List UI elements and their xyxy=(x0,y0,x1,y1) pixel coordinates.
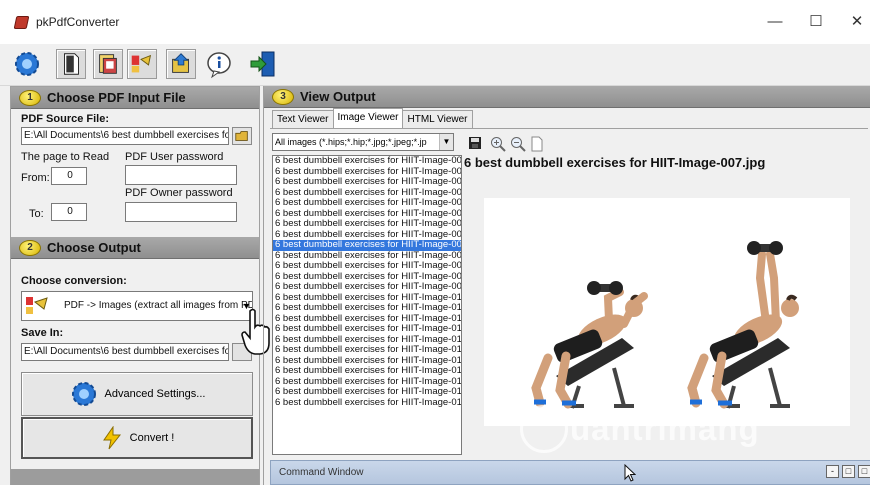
list-item[interactable]: 6 best dumbbell exercises for HIIT-Image… xyxy=(273,198,461,209)
image-filter-value: All images (*.hips;*.hip;*.jpg;*.jpeg;*.… xyxy=(275,137,427,147)
input-section-header: 1 Choose PDF Input File xyxy=(11,87,259,109)
document-icon[interactable] xyxy=(56,49,86,79)
page-to-read-label: The page to Read xyxy=(21,151,110,163)
to-label: To: xyxy=(29,208,44,220)
watermark-text: uantrimang xyxy=(570,410,760,447)
convert-label: Convert ! xyxy=(129,432,175,444)
minimize-button[interactable]: — xyxy=(760,10,790,34)
command-window-title: Command Window xyxy=(279,467,364,478)
zoom-in-icon[interactable] xyxy=(490,136,506,152)
step-badge: 3 xyxy=(272,89,294,105)
settings-gear-icon[interactable] xyxy=(12,49,42,79)
command-maximize-button[interactable]: □ xyxy=(858,465,870,478)
page-icon[interactable] xyxy=(530,136,544,152)
list-item[interactable]: 6 best dumbbell exercises for HIIT-Image… xyxy=(273,261,461,272)
user-password-input[interactable] xyxy=(125,165,237,185)
view-section-header: 3 View Output xyxy=(264,86,870,108)
tab-text-viewer[interactable]: Text Viewer xyxy=(272,110,334,128)
save-icon[interactable] xyxy=(468,136,482,150)
browse-folder-button[interactable] xyxy=(232,127,252,145)
list-item[interactable]: 6 best dumbbell exercises for HIIT-Image… xyxy=(273,366,461,377)
list-item[interactable]: 6 best dumbbell exercises for HIIT-Image… xyxy=(273,398,461,409)
advanced-settings-label: Advanced Settings... xyxy=(104,388,206,400)
list-item[interactable]: 6 best dumbbell exercises for HIIT-Image… xyxy=(273,303,461,314)
images-icon[interactable] xyxy=(93,49,123,79)
owner-password-input[interactable] xyxy=(125,202,237,222)
command-restore-button[interactable]: □ xyxy=(842,465,855,478)
app-icon xyxy=(13,16,30,29)
list-item[interactable]: 6 best dumbbell exercises for HIIT-Image… xyxy=(273,272,461,283)
exercise-preview-image xyxy=(484,198,850,426)
left-panel: 1 Choose PDF Input File PDF Source File:… xyxy=(10,86,260,485)
view-section-title: View Output xyxy=(300,89,376,104)
advanced-settings-button[interactable]: Advanced Settings... xyxy=(21,372,253,416)
list-item[interactable]: 6 best dumbbell exercises for HIIT-Image… xyxy=(273,324,461,335)
list-item[interactable]: 6 best dumbbell exercises for HIIT-Image… xyxy=(273,293,461,304)
list-item[interactable]: 6 best dumbbell exercises for HIIT-Image… xyxy=(273,177,461,188)
maximize-button[interactable]: ☐ xyxy=(801,10,831,34)
list-item[interactable]: 6 best dumbbell exercises for HIIT-Image… xyxy=(273,345,461,356)
list-item[interactable]: 6 best dumbbell exercises for HIIT-Image… xyxy=(273,240,461,251)
command-minimize-button[interactable]: - xyxy=(826,465,839,478)
from-page-input[interactable]: 0 xyxy=(51,167,87,185)
output-section-title: Choose Output xyxy=(47,240,141,255)
from-label: From: xyxy=(21,172,50,184)
owner-password-label: PDF Owner password xyxy=(125,187,233,199)
step-badge: 2 xyxy=(19,240,41,256)
tab-image-viewer[interactable]: Image Viewer xyxy=(332,108,404,128)
chevron-down-icon[interactable]: ▼ xyxy=(439,134,453,150)
list-item[interactable]: 6 best dumbbell exercises for HIIT-Image… xyxy=(273,188,461,199)
list-item[interactable]: 6 best dumbbell exercises for HIIT-Image… xyxy=(273,314,461,325)
tab-divider xyxy=(270,128,868,129)
pdf-source-field[interactable]: E:\All Documents\6 best dumbbell exercis… xyxy=(21,127,229,145)
save-in-label: Save In: xyxy=(21,327,64,339)
panel-footer xyxy=(11,469,259,485)
image-filter-select[interactable]: All images (*.hips;*.hip;*.jpg;*.jpeg;*.… xyxy=(272,133,454,151)
list-item[interactable]: 6 best dumbbell exercises for HIIT-Image… xyxy=(273,219,461,230)
zoom-out-icon[interactable] xyxy=(510,136,526,152)
list-item[interactable]: 6 best dumbbell exercises for HIIT-Image… xyxy=(273,209,461,220)
step-badge: 1 xyxy=(19,90,41,106)
tab-html-viewer[interactable]: HTML Viewer xyxy=(402,110,473,128)
choose-conversion-label: Choose conversion: xyxy=(21,275,127,287)
list-item[interactable]: 6 best dumbbell exercises for HIIT-Image… xyxy=(273,251,461,262)
info-icon[interactable] xyxy=(204,49,234,79)
input-section-title: Choose PDF Input File xyxy=(47,90,186,105)
list-item[interactable]: 6 best dumbbell exercises for HIIT-Image… xyxy=(273,377,461,388)
conversion-select[interactable]: PDF -> Images (extract all images from P… xyxy=(21,291,253,321)
convert-button[interactable]: Convert ! xyxy=(21,417,253,459)
arrow-cursor-icon xyxy=(624,463,637,482)
convert-arrow-icon[interactable] xyxy=(127,49,157,79)
window-title: pkPdfConverter xyxy=(36,15,120,29)
list-item[interactable]: 6 best dumbbell exercises for HIIT-Image… xyxy=(273,230,461,241)
list-item[interactable]: 6 best dumbbell exercises for HIIT-Image… xyxy=(273,282,461,293)
exit-icon[interactable] xyxy=(248,49,278,79)
convert-arrow-icon xyxy=(25,295,51,317)
list-item[interactable]: 6 best dumbbell exercises for HIIT-Image… xyxy=(273,156,461,167)
close-button[interactable]: ✕ xyxy=(842,10,870,34)
command-window-bar: Command Window - □ □ xyxy=(270,460,870,485)
preview-title: 6 best dumbbell exercises for HIIT-Image… xyxy=(464,155,766,170)
toolbar xyxy=(0,44,870,86)
viewer-tabs: Text Viewer Image Viewer HTML Viewer xyxy=(272,108,473,128)
title-bar: pkPdfConverter — ☐ ✕ xyxy=(0,0,870,44)
list-item[interactable]: 6 best dumbbell exercises for HIIT-Image… xyxy=(273,356,461,367)
save-in-field[interactable]: E:\All Documents\6 best dumbbell exercis… xyxy=(21,343,229,361)
list-item[interactable]: 6 best dumbbell exercises for HIIT-Image… xyxy=(273,387,461,398)
gear-icon xyxy=(71,382,96,406)
bench-press-figure-left xyxy=(531,281,648,409)
user-password-label: PDF User password xyxy=(125,151,224,163)
image-file-list[interactable]: 6 best dumbbell exercises for HIIT-Image… xyxy=(272,155,462,455)
bench-press-figure-right xyxy=(687,241,799,409)
output-section-header: 2 Choose Output xyxy=(11,237,259,259)
watermark-logo-icon xyxy=(520,405,568,453)
list-item[interactable]: 6 best dumbbell exercises for HIIT-Image… xyxy=(273,167,461,178)
list-item[interactable]: 6 best dumbbell exercises for HIIT-Image… xyxy=(273,335,461,346)
to-page-input[interactable]: 0 xyxy=(51,203,87,221)
export-icon[interactable] xyxy=(166,49,196,79)
pdf-source-label: PDF Source File: xyxy=(21,113,110,125)
lightning-icon xyxy=(102,426,121,450)
